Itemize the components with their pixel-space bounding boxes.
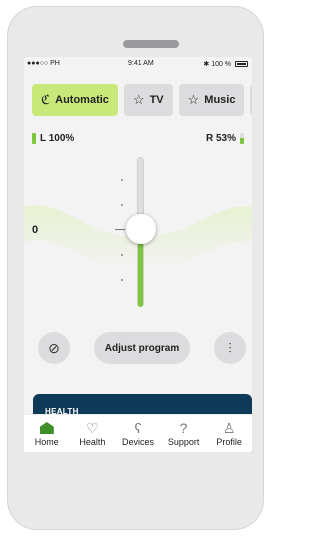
battery-right-icon	[240, 133, 244, 144]
equalizer-icon: ⫶	[228, 339, 232, 356]
nav-home-label: Home	[34, 437, 59, 447]
tab-music[interactable]: ☆ Music	[178, 84, 245, 116]
status-bar: ●●●○○ PH 9:41 AM ✱ 100 %	[24, 57, 252, 71]
slider-tick	[121, 279, 123, 281]
nav-profile-label: Profile	[216, 437, 242, 447]
home-icon	[39, 419, 54, 437]
tab-automatic[interactable]: ℭ Automatic	[32, 84, 118, 116]
nav-support-label: Support	[167, 437, 200, 447]
nav-health-label: Health	[79, 437, 106, 447]
program-tabs: ℭ Automatic ☆ TV ☆ Music ›	[32, 84, 252, 116]
mute-icon: ⊘	[48, 339, 60, 356]
nav-devices-label: Devices	[121, 437, 154, 447]
ear-signal-icon: ℭ	[41, 92, 51, 107]
nav-devices[interactable]: ʕ Devices	[116, 415, 160, 452]
battery-right-label: R 53%	[205, 133, 236, 144]
battery-left-label: L 100%	[40, 133, 75, 144]
tab-tv-label: TV	[149, 94, 164, 106]
nav-profile[interactable]: ♙ Profile	[207, 415, 251, 452]
tab-music-label: Music	[204, 94, 236, 106]
tab-automatic-label: Automatic	[55, 94, 109, 106]
carrier-label: ●●●○○ PH	[27, 60, 60, 67]
bottom-nav: Home ♡ Health ʕ Devices ? Support ♙ Prof…	[24, 414, 252, 452]
app-screen: ●●●○○ PH 9:41 AM ✱ 100 % ℭ Automatic ☆ T…	[24, 57, 252, 452]
bluetooth-icon: ✱	[203, 61, 210, 68]
tab-tv[interactable]: ☆ TV	[123, 84, 173, 116]
star-icon: ☆	[187, 92, 200, 107]
help-icon: ?	[179, 420, 188, 436]
hearing-aid-icon: ʕ	[134, 420, 142, 436]
battery-icon	[235, 61, 248, 67]
profile-icon: ♙	[222, 420, 236, 436]
volume-slider-handle[interactable]	[126, 214, 156, 244]
nav-health[interactable]: ♡ Health	[70, 415, 114, 452]
heart-icon: ♡	[86, 420, 99, 436]
battery-status: ✱ 100 %	[203, 60, 248, 68]
slider-tick	[121, 204, 123, 206]
equalizer-button[interactable]: ⫶	[214, 332, 246, 364]
battery-left-icon	[32, 133, 36, 144]
mute-button[interactable]: ⊘	[38, 332, 70, 364]
volume-value: 0	[32, 224, 39, 236]
battery-left: L 100%	[32, 133, 74, 144]
battery-right: R 53%	[206, 133, 244, 144]
adjust-program-button[interactable]: Adjust program	[94, 332, 190, 364]
nav-support[interactable]: ? Support	[162, 415, 206, 452]
slider-tick	[121, 179, 123, 181]
slider-tick	[121, 254, 123, 256]
clock: 9:41 AM	[128, 60, 154, 67]
star-icon: ☆	[132, 92, 145, 107]
slider-zero-mark	[115, 229, 125, 230]
nav-home[interactable]: Home	[25, 415, 69, 452]
tab-more[interactable]: ›	[250, 84, 252, 116]
phone-speaker	[123, 40, 179, 48]
battery-percent: 100 %	[211, 61, 232, 68]
